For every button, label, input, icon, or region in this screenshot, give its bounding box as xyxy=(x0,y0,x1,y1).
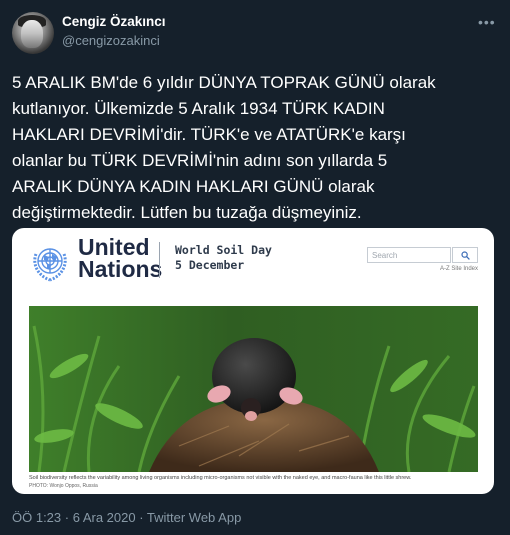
un-emblem-icon xyxy=(33,248,67,282)
tweet-line: kutlanıyor. Ülkemizde 5 Aralık 1934 TÜRK… xyxy=(12,99,385,118)
search-icon xyxy=(461,251,470,260)
tweet: Cengiz Özakıncı @cengizozakinci ••• 5 AR… xyxy=(0,0,510,535)
author-handle[interactable]: @cengizozakinci xyxy=(62,33,160,48)
un-logotype: United Nations xyxy=(78,234,163,282)
photo-credit: PHOTO: Wonjo Oppos, Russia xyxy=(29,483,98,489)
tweet-line: değiştirmektedir. Lütfen bu tuzağa düşme… xyxy=(12,203,362,222)
tweet-line: HAKLARI DEVRİMİ'dir. TÜRK'e ve ATATÜRK'e… xyxy=(12,125,406,144)
tweet-timestamp[interactable]: ÖÖ 1:23 · 6 Ara 2020 · Twitter Web App xyxy=(12,510,241,525)
tweet-line: ARALIK DÜNYA KADIN HAKLARI GÜNÜ olarak xyxy=(12,177,375,196)
photo-caption: Soil biodiversity reflects the variabili… xyxy=(29,475,412,481)
attached-image[interactable]: United Nations World Soil Day 5 December… xyxy=(12,228,494,494)
avatar[interactable] xyxy=(12,12,54,54)
tweet-line: 5 ARALIK BM'de 6 yıldır DÜNYA TOPRAK GÜN… xyxy=(12,73,436,92)
author-name[interactable]: Cengiz Özakıncı xyxy=(62,14,166,29)
event-title: World Soil Day xyxy=(175,243,272,257)
tweet-line: olanlar bu TÜRK DEVRİMİ'nin adını son yı… xyxy=(12,151,388,170)
mole-photo xyxy=(29,306,478,472)
event-heading: World Soil Day 5 December xyxy=(175,243,272,273)
event-date: 5 December xyxy=(175,258,245,272)
more-options-icon[interactable]: ••• xyxy=(478,14,496,30)
az-site-index-link: A-Z Site Index xyxy=(440,266,479,272)
tweet-text: 5 ARALIK BM'de 6 yıldır DÜNYA TOPRAK GÜN… xyxy=(12,70,492,226)
site-search-input: Search xyxy=(367,247,451,263)
logo-divider xyxy=(159,242,160,278)
search-button xyxy=(452,247,478,263)
